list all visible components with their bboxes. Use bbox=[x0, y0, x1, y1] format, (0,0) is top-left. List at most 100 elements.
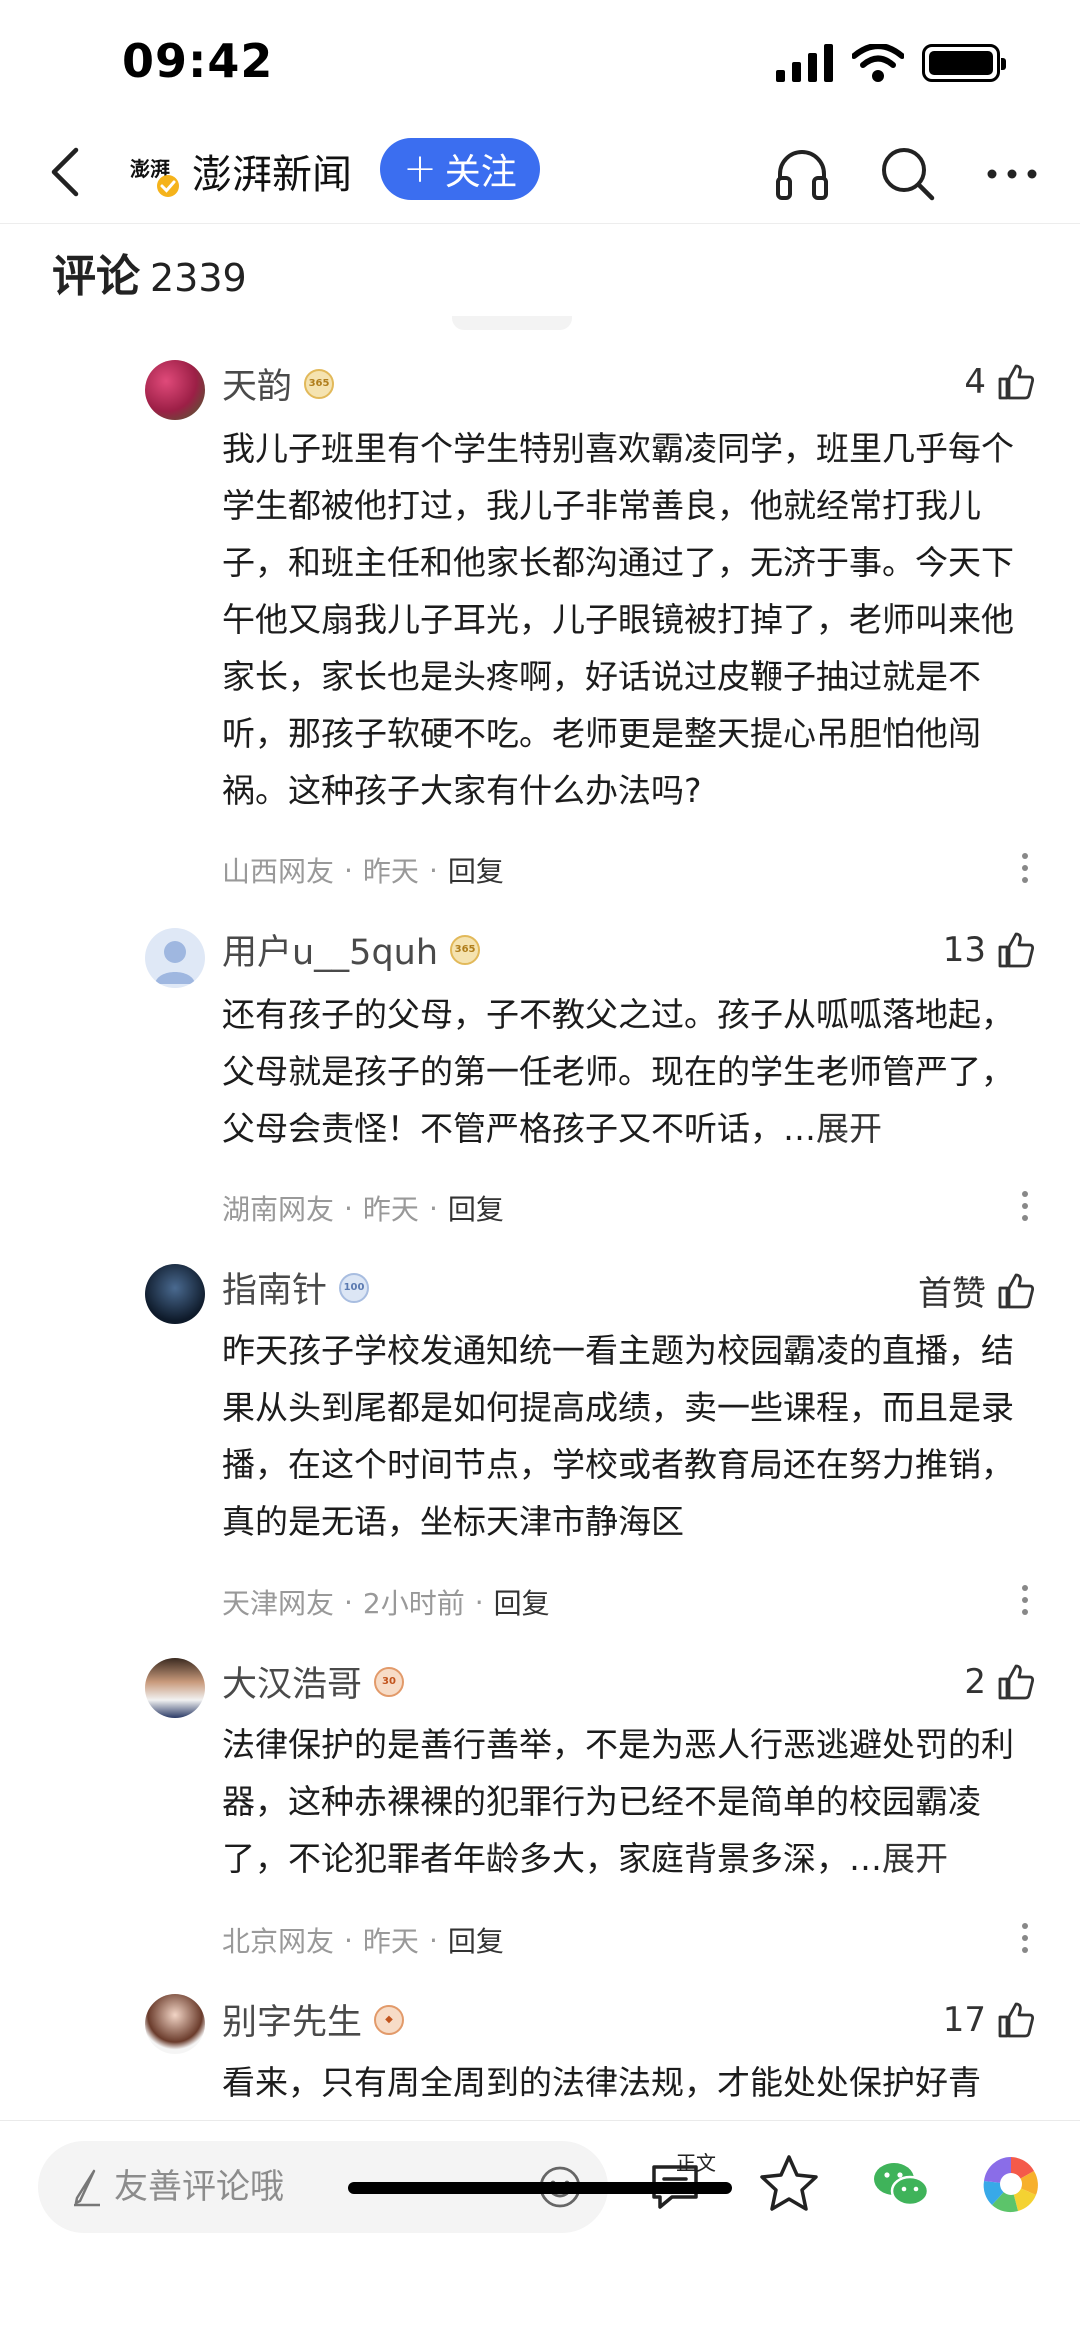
username-text: 指南针 bbox=[222, 1271, 328, 1311]
back-icon[interactable] bbox=[42, 144, 92, 200]
status-icons bbox=[776, 44, 1006, 82]
username-text: 大汉浩哥 bbox=[222, 1665, 363, 1705]
source-logo: 澎湃 bbox=[130, 157, 179, 197]
article-label: 正文 bbox=[676, 2151, 716, 2175]
like-button[interactable]: 首赞 bbox=[918, 1266, 1036, 1315]
comment-body: 看来，只有周全周到的法律法规，才能处处保护好青 bbox=[222, 2063, 981, 2102]
meta-separator: · bbox=[428, 1923, 438, 1957]
level-badge-icon: 30 bbox=[374, 1666, 405, 1697]
wifi-icon bbox=[852, 44, 904, 82]
bottom-bar: 正文 bbox=[0, 2120, 1080, 2337]
nav-bar: 澎湃 澎湃新闻 + 关注 bbox=[0, 120, 1080, 224]
comment-body: 还有孩子的父母，子不教父之过。孩子从呱呱落地起，父母就是孩子的第一任老师。现在的… bbox=[222, 986, 1042, 1157]
level-badge-icon: ◆ bbox=[374, 2004, 405, 2035]
wechat-icon[interactable] bbox=[866, 2149, 936, 2219]
comment-username[interactable]: 别字先生 ◆ bbox=[222, 1994, 405, 2045]
moments-icon[interactable] bbox=[976, 2149, 1046, 2219]
level-badge-icon: 100 bbox=[339, 1272, 370, 1303]
headphones-icon[interactable] bbox=[772, 144, 832, 204]
comment-more-icon[interactable] bbox=[1010, 1580, 1040, 1620]
comment-more-icon[interactable] bbox=[1010, 1186, 1040, 1226]
avatar[interactable] bbox=[145, 360, 205, 420]
comment-more-icon[interactable] bbox=[1010, 1918, 1040, 1958]
like-count: 2 bbox=[964, 1662, 986, 1702]
reply-button[interactable]: 回复 bbox=[448, 1920, 504, 1960]
meta-separator: · bbox=[344, 1191, 353, 1225]
thumbs-up-icon bbox=[998, 932, 1035, 968]
like-button[interactable]: 17 bbox=[943, 2000, 1036, 2040]
comment-username[interactable]: 用户u__5quh 365 bbox=[222, 924, 481, 975]
like-count: 4 bbox=[964, 362, 986, 402]
comment-item: 别字先生 ◆ 17 看来，只有周全周到的法律法规，才能处处保护好青 bbox=[0, 1994, 1080, 2120]
comment-location: 北京网友 bbox=[222, 1925, 335, 1958]
avatar[interactable] bbox=[145, 928, 205, 988]
meta-separator: · bbox=[344, 853, 353, 887]
meta-separator: · bbox=[344, 1585, 353, 1619]
expand-link[interactable]: 展开 bbox=[882, 1839, 948, 1878]
star-icon[interactable] bbox=[754, 2149, 824, 2219]
sheet-handle bbox=[452, 316, 572, 330]
home-indicator bbox=[348, 2182, 732, 2194]
level-badge-icon: 365 bbox=[450, 934, 481, 965]
comment-location: 天津网友 bbox=[222, 1587, 335, 1620]
like-button[interactable]: 4 bbox=[964, 362, 1036, 402]
thumbs-up-icon bbox=[998, 1273, 1035, 1308]
status-bar: 09:42 bbox=[0, 0, 1080, 120]
comment-time: 昨天 bbox=[362, 855, 419, 888]
follow-plus-icon: + bbox=[403, 146, 437, 192]
comment-body: 昨天孩子学校发通知统一看主题为校园霸凌的直播，结果从头到尾都是如何提高成绩，卖一… bbox=[222, 1331, 1014, 1541]
like-button[interactable]: 2 bbox=[964, 1662, 1036, 1702]
comment-time: 昨天 bbox=[362, 1925, 419, 1958]
thumbs-up-icon bbox=[998, 2002, 1035, 2038]
default-avatar-icon bbox=[155, 941, 195, 984]
reply-button[interactable]: 回复 bbox=[448, 1188, 504, 1228]
thumbs-up-icon bbox=[998, 1664, 1035, 1700]
comment-time: 2小时前 bbox=[362, 1587, 465, 1620]
comments-title: 评论 bbox=[52, 251, 140, 302]
comment-location: 湖南网友 bbox=[222, 1193, 335, 1226]
comment-username[interactable]: 天韵 365 bbox=[222, 358, 335, 409]
avatar[interactable] bbox=[145, 1658, 205, 1718]
follow-button[interactable]: + 关注 bbox=[380, 138, 540, 200]
like-count: 13 bbox=[942, 930, 986, 970]
comment-body-text: 还有孩子的父母，子不教父之过。孩子从呱呱落地起，父母就是孩子的第一任老师。现在的… bbox=[222, 995, 1014, 1148]
avatar[interactable] bbox=[145, 1264, 205, 1324]
level-badge-icon: 365 bbox=[304, 368, 335, 399]
meta-separator: · bbox=[428, 1191, 438, 1225]
comment-body: 法律保护的是善行善举，不是为恶人行恶逃避处罚的利器，这种赤裸裸的犯罪行为已经不是… bbox=[222, 1716, 1042, 1887]
like-count: 首赞 bbox=[918, 1274, 986, 1314]
username-text: 别字先生 bbox=[222, 2003, 363, 2043]
reply-button[interactable]: 回复 bbox=[494, 1582, 550, 1622]
like-button[interactable]: 13 bbox=[943, 930, 1036, 970]
comment-location: 山西网友 bbox=[222, 855, 335, 888]
more-icon[interactable] bbox=[982, 144, 1042, 204]
meta-separator: · bbox=[344, 1923, 353, 1957]
meta-separator: · bbox=[428, 853, 438, 887]
comments-header: 评论 2339 bbox=[52, 240, 247, 304]
comment-meta: 北京网友 · 昨天 · 回复 bbox=[222, 1920, 504, 1960]
source-name[interactable]: 澎湃新闻 bbox=[192, 142, 352, 200]
comments-count: 2339 bbox=[150, 256, 247, 300]
battery-icon bbox=[922, 44, 1006, 82]
expand-link[interactable]: 展开 bbox=[816, 1109, 882, 1148]
avatar[interactable] bbox=[145, 1994, 205, 2054]
comment-meta: 山西网友 · 昨天 · 回复 bbox=[222, 850, 504, 890]
comment-username[interactable]: 大汉浩哥 30 bbox=[222, 1656, 405, 1707]
reply-button[interactable]: 回复 bbox=[448, 850, 504, 890]
signal-icon bbox=[776, 44, 833, 82]
comment-body: 我儿子班里有个学生特别喜欢霸凌同学，班里几乎每个学生都被他打过，我儿子非常善良，… bbox=[222, 429, 1014, 810]
username-text: 用户u__5quh bbox=[222, 933, 439, 973]
thumbs-up-icon bbox=[998, 364, 1035, 400]
comment-meta: 天津网友 · 2小时前 · 回复 bbox=[222, 1582, 550, 1622]
comment-username[interactable]: 指南针 100 bbox=[222, 1262, 370, 1313]
pen-icon bbox=[74, 2169, 100, 2207]
comment-more-icon[interactable] bbox=[1010, 848, 1040, 888]
search-icon[interactable] bbox=[878, 144, 938, 204]
meta-separator: · bbox=[474, 1585, 484, 1619]
username-text: 天韵 bbox=[222, 367, 293, 407]
like-count: 17 bbox=[942, 2000, 986, 2040]
comment-time: 昨天 bbox=[362, 1193, 419, 1226]
comment-meta: 湖南网友 · 昨天 · 回复 bbox=[222, 1188, 504, 1228]
status-time: 09:42 bbox=[122, 34, 274, 88]
follow-label: 关注 bbox=[444, 152, 517, 193]
